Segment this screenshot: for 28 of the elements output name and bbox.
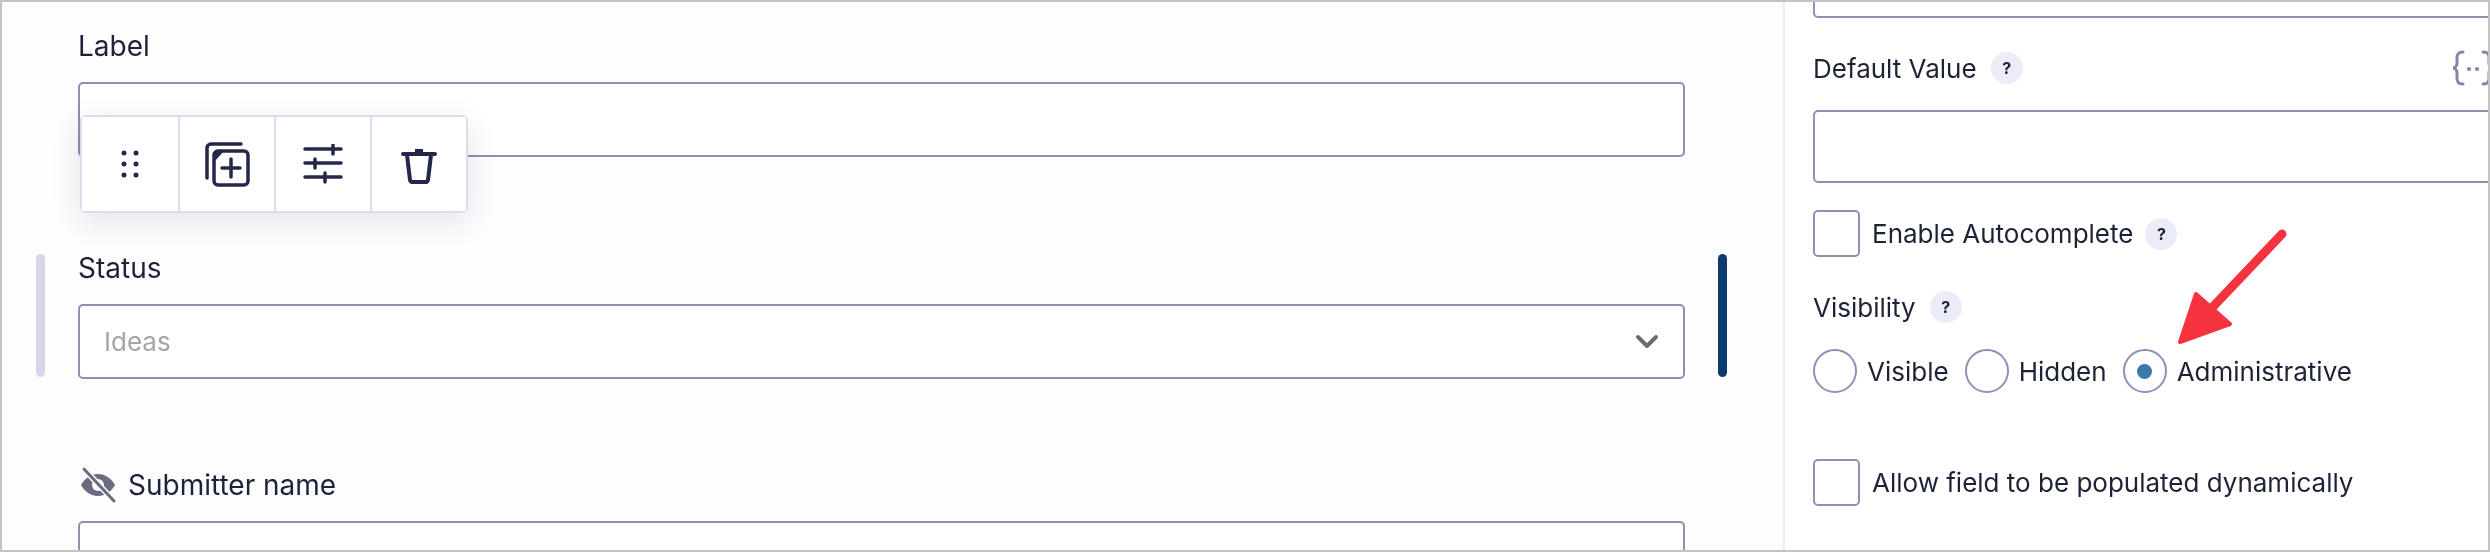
radio-button[interactable] bbox=[1813, 349, 1857, 393]
input-field[interactable] bbox=[1813, 110, 2488, 183]
radio-label: Administrative bbox=[2176, 355, 2352, 387]
radio-label: Visible bbox=[1867, 355, 1949, 387]
duplicate-icon bbox=[203, 140, 251, 188]
radio-label: Hidden bbox=[2018, 355, 2107, 387]
chevron-down-icon bbox=[1635, 333, 1659, 350]
radio-button[interactable] bbox=[2122, 349, 2167, 393]
sliders-icon bbox=[302, 144, 344, 184]
checkbox[interactable] bbox=[1813, 459, 1860, 506]
radio-button[interactable] bbox=[1964, 349, 2009, 393]
help-badge[interactable]: ? bbox=[1990, 52, 2023, 84]
checkbox-label: Enable Autocomplete bbox=[1872, 218, 2134, 249]
setting-label: Visibility bbox=[1813, 291, 1916, 323]
drag-handle[interactable] bbox=[82, 117, 178, 211]
field-label: Label bbox=[78, 29, 150, 63]
delete-button[interactable] bbox=[370, 117, 466, 211]
checkbox[interactable] bbox=[1813, 210, 1860, 257]
duplicate-button[interactable] bbox=[178, 117, 274, 211]
help-badge[interactable]: ? bbox=[1929, 291, 1962, 323]
field-label: Submitter name bbox=[128, 468, 337, 502]
settings-button[interactable] bbox=[274, 117, 370, 211]
checkbox-label: Allow field to be populated dynamically bbox=[1872, 467, 2354, 498]
help-badge[interactable]: ? bbox=[2145, 217, 2178, 250]
setting-label: Default Value bbox=[1813, 52, 1977, 84]
input-field[interactable] bbox=[1813, 2, 2488, 18]
drag-handle-icon bbox=[120, 149, 140, 179]
field-label: Status bbox=[78, 251, 162, 285]
